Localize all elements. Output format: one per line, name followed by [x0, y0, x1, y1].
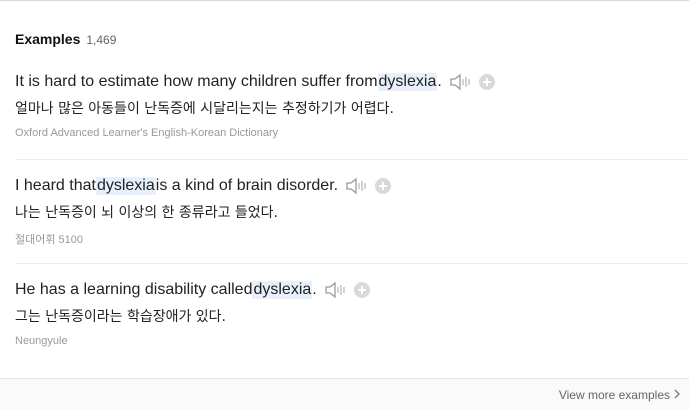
example-source: 절대어휘 5100	[15, 234, 84, 246]
example-item: I heard that dyslexia is a kind of brain…	[15, 177, 689, 247]
example-item: He has a learning disability called dysl…	[15, 281, 689, 347]
examples-header: Examples 1,469	[15, 31, 116, 47]
examples-count: 1,469	[86, 33, 117, 47]
example-keyword-highlight: dyslexia	[95, 177, 156, 195]
chevron-right-icon	[674, 388, 681, 402]
example-text-after: .	[437, 73, 442, 90]
example-source: Oxford Advanced Learner's English-Korean…	[15, 127, 279, 139]
add-to-wordbook-icon[interactable]	[353, 282, 370, 298]
view-more-examples-link[interactable]: View more examples	[559, 388, 681, 402]
example-text-before: I heard that	[15, 177, 96, 194]
example-item: It is hard to estimate how many children…	[15, 73, 689, 139]
view-more-label: View more examples	[558, 388, 670, 402]
add-to-wordbook-icon[interactable]	[478, 74, 495, 90]
example-english: He has a learning disability called dysl…	[15, 281, 689, 299]
example-text-after: .	[312, 281, 317, 298]
speaker-icon[interactable]	[346, 177, 368, 195]
speaker-icon[interactable]	[450, 73, 472, 91]
speaker-icon[interactable]	[325, 281, 347, 299]
example-english: I heard that dyslexia is a kind of brain…	[15, 177, 689, 195]
example-korean: 얼마나 많은 아동들이 난독증에 시달리는지는 추정하기가 어렵다.	[15, 101, 394, 117]
example-keyword-highlight: dyslexia	[377, 73, 438, 91]
example-text-after: is a kind of brain disorder.	[155, 177, 339, 194]
example-divider	[15, 159, 689, 160]
top-divider	[0, 0, 689, 1]
example-english: It is hard to estimate how many children…	[15, 73, 689, 91]
example-keyword-highlight: dyslexia	[252, 281, 313, 299]
example-korean: 나는 난독증이 뇌 이상의 한 종류라고 들었다.	[15, 205, 278, 221]
example-source: Neungyule	[15, 335, 68, 347]
example-divider	[15, 263, 689, 264]
example-korean: 그는 난독증이라는 학습장애가 있다.	[15, 309, 226, 325]
example-text-before: He has a learning disability called	[15, 281, 253, 298]
examples-footer: View more examples	[0, 378, 689, 409]
examples-title: Examples	[15, 31, 81, 47]
example-text-before: It is hard to estimate how many children…	[15, 73, 378, 90]
add-to-wordbook-icon[interactable]	[375, 178, 392, 194]
